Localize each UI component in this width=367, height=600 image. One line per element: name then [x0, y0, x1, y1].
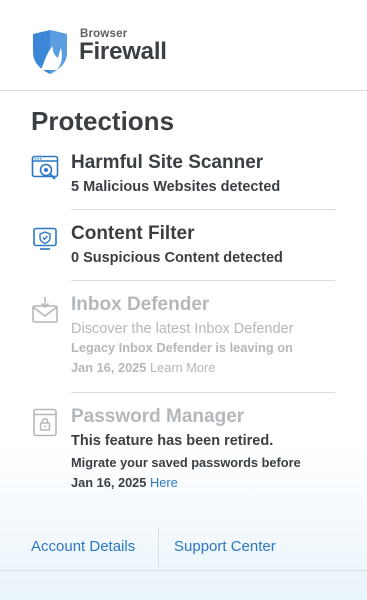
retirement-date-line: Jan 16, 2025 Learn More	[71, 357, 215, 379]
divider	[71, 392, 335, 393]
section-title: Protections	[31, 106, 175, 136]
item-title: Password Manager	[71, 406, 245, 427]
site-scanner-icon	[31, 155, 59, 180]
item-status: This feature has been retired.	[71, 433, 274, 449]
item-status: 0 Suspicious Content detected	[71, 250, 283, 266]
migration-note: Migrate your saved passwords before	[71, 455, 301, 470]
brand-title: Firewall	[79, 38, 167, 65]
account-details-link[interactable]: Account Details	[31, 538, 135, 555]
item-title: Harmful Site Scanner	[71, 152, 264, 173]
inbox-defender-icon	[32, 297, 58, 323]
footer-divider	[0, 570, 367, 571]
item-title: Content Filter	[71, 223, 195, 244]
firewall-logo-icon	[33, 30, 67, 74]
migration-date-line: Jan 16, 2025 Here	[71, 472, 178, 494]
retirement-date: Jan 16, 2025	[71, 360, 147, 375]
footer-separator	[158, 527, 159, 567]
protection-item-content-filter[interactable]: Content Filter 0 Suspicious Content dete…	[31, 223, 335, 267]
here-link[interactable]: Here	[150, 475, 178, 490]
support-center-link[interactable]: Support Center	[174, 538, 276, 555]
protection-item-site-scanner[interactable]: Harmful Site Scanner 5 Malicious Website…	[31, 152, 335, 196]
divider	[71, 280, 335, 281]
password-manager-icon	[33, 408, 57, 437]
item-description: Discover the latest Inbox Defender	[71, 321, 294, 337]
item-status: 5 Malicious Websites detected	[71, 179, 281, 195]
learn-more-link[interactable]: Learn More	[150, 360, 215, 375]
protection-item-inbox-defender: Inbox Defender Discover the latest Inbox…	[31, 294, 335, 380]
content-filter-icon	[33, 227, 57, 250]
divider	[71, 209, 335, 210]
migration-date: Jan 16, 2025	[71, 475, 147, 490]
retirement-note: Legacy Inbox Defender is leaving on	[71, 340, 293, 355]
item-title: Inbox Defender	[71, 294, 210, 315]
protection-item-password-manager: Password Manager This feature has been r…	[31, 406, 335, 494]
header: Browser Firewall	[0, 0, 367, 91]
